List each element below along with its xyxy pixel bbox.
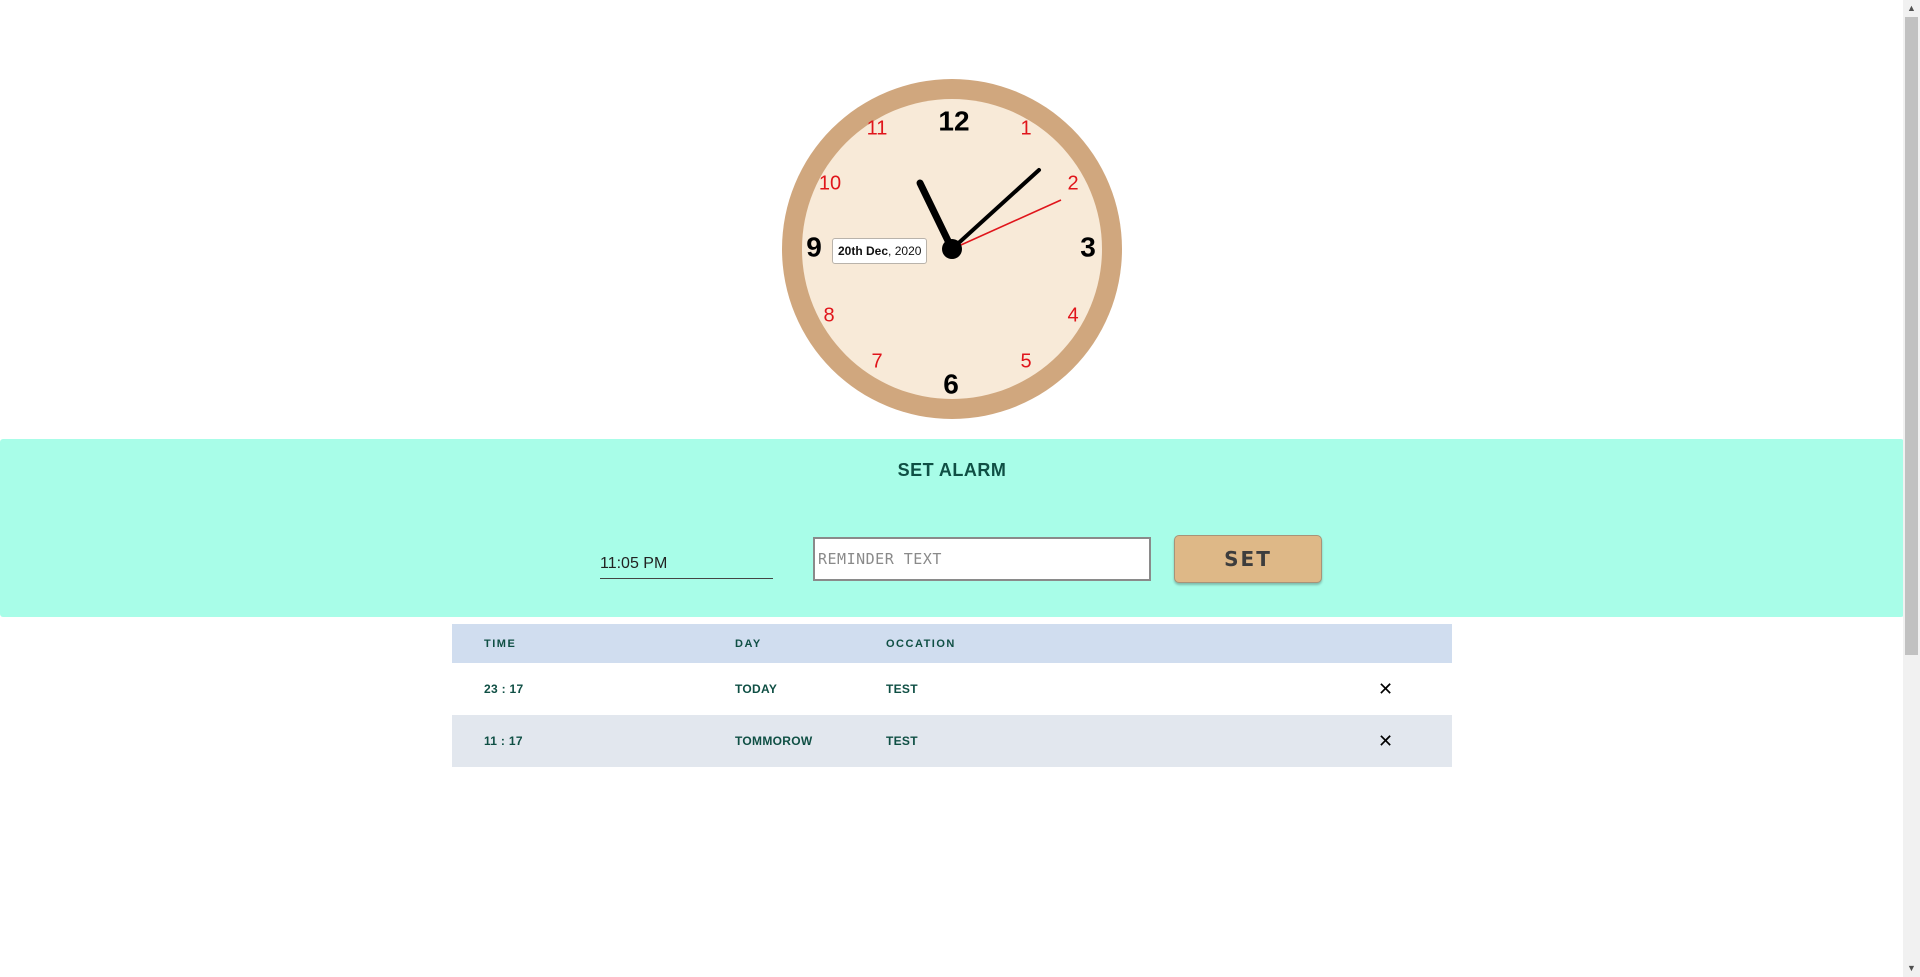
- clock-number-2: 2: [1067, 172, 1078, 194]
- table-header-row: TIME DAY OCCATION: [452, 624, 1452, 663]
- row-day: TODAY: [735, 682, 778, 696]
- row-occasion: TEST: [886, 682, 918, 696]
- clock-number-5: 5: [1020, 350, 1031, 372]
- header-occasion: OCCATION: [886, 624, 1366, 663]
- reminder-text-input[interactable]: [813, 537, 1151, 581]
- header-actions: [1366, 624, 1452, 663]
- analog-clock: 12 3 6 9 1 2 4 5 7 8 10 11 20th Dec, 202…: [782, 79, 1122, 419]
- row-delete-cell: ✕: [1366, 663, 1452, 715]
- scroll-down-arrow-icon[interactable]: ▼: [1903, 960, 1920, 977]
- header-day: DAY: [735, 624, 886, 663]
- set-alarm-title: SET ALARM: [897, 460, 1007, 480]
- clock-number-3: 3: [1080, 231, 1096, 262]
- clock-number-11: 11: [867, 117, 888, 139]
- alarms-table: TIME DAY OCCATION 23 : 17 TODAY TEST ✕ 1…: [452, 624, 1452, 767]
- clock-number-10: 10: [819, 172, 841, 194]
- date-day: 20th Dec: [838, 244, 889, 258]
- row-occasion: TEST: [886, 715, 1366, 767]
- clock-number-12: 12: [938, 105, 969, 136]
- clock-number-6: 6: [943, 368, 959, 399]
- clock-number-1: 1: [1020, 117, 1031, 139]
- row-delete-cell: ✕: [1366, 715, 1452, 767]
- clock-number-7: 7: [871, 350, 882, 372]
- table-row: 11 : 17 TOMMOROW TEST ✕: [452, 715, 1452, 767]
- date-separator: ,: [888, 244, 892, 258]
- date-display: 20th Dec, 2020: [832, 238, 928, 264]
- vertical-scrollbar[interactable]: ▲ ▼: [1903, 0, 1920, 977]
- clock-number-9: 9: [806, 231, 822, 262]
- row-time: 23 : 17: [484, 682, 524, 696]
- alarm-clock-page: 12 3 6 9 1 2 4 5 7 8 10 11 20th Dec, 202…: [0, 0, 1920, 977]
- row-time: 11 : 17: [452, 715, 735, 767]
- close-icon[interactable]: ✕: [1378, 680, 1393, 698]
- clock-number-8: 8: [823, 304, 834, 326]
- alarm-time-input[interactable]: 11:05 PM: [600, 550, 773, 579]
- clock-center-pin: [942, 239, 962, 259]
- table-row: 23 : 17 TODAY TEST ✕: [452, 663, 1452, 715]
- set-alarm-button[interactable]: SET: [1174, 535, 1322, 583]
- date-year: 2020: [894, 244, 922, 258]
- row-day: TOMMOROW: [735, 715, 886, 767]
- clock-number-4: 4: [1067, 304, 1078, 326]
- scrollbar-thumb[interactable]: [1905, 17, 1918, 655]
- close-icon[interactable]: ✕: [1378, 732, 1393, 750]
- header-time: TIME: [452, 624, 735, 663]
- scroll-up-arrow-icon[interactable]: ▲: [1903, 0, 1920, 17]
- set-alarm-panel: SET ALARM 11:05 PM SET: [0, 439, 1904, 617]
